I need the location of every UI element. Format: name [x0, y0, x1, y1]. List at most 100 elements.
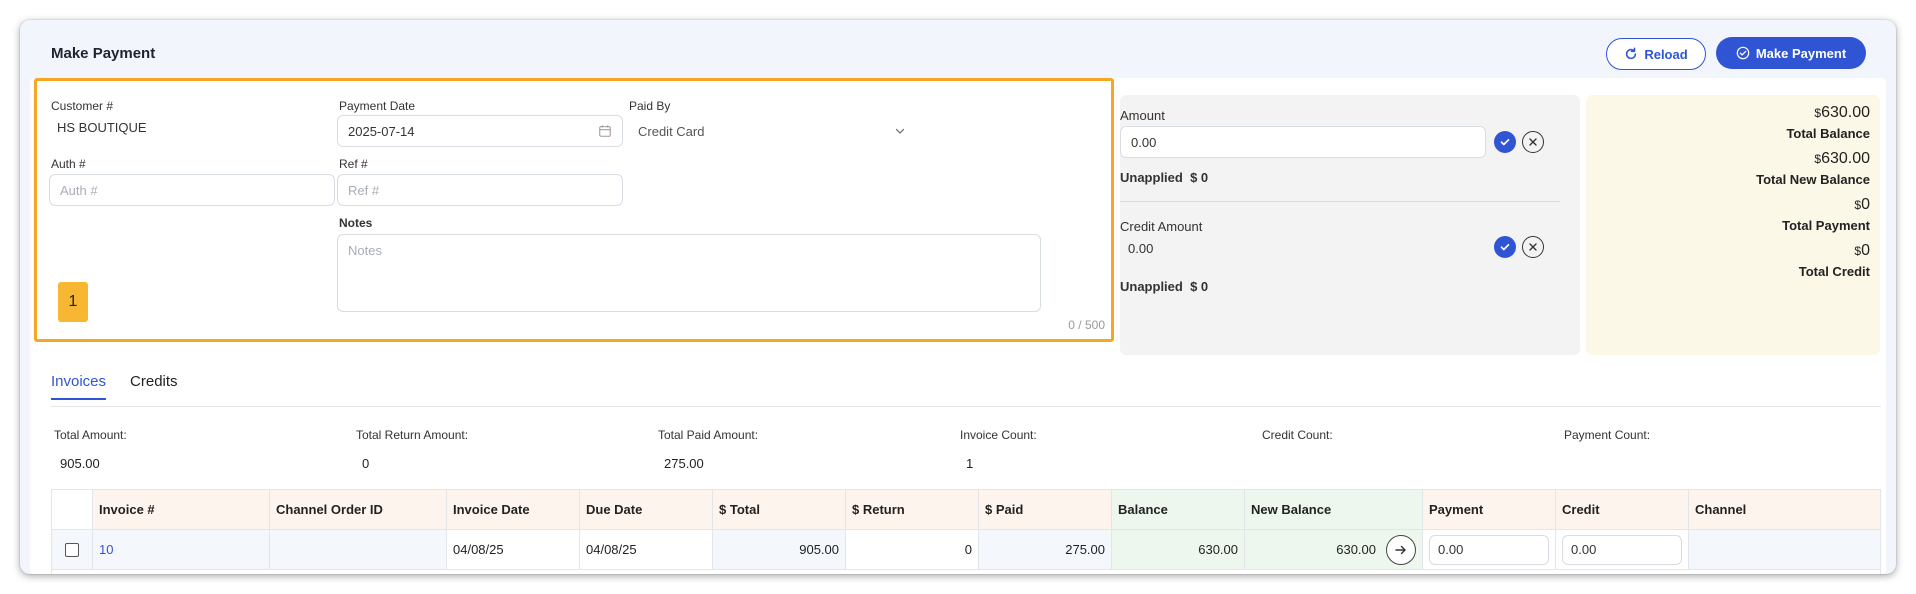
summary-panel: $630.00 Total Balance $630.00 Total New … — [1586, 95, 1880, 355]
stat-invoice-count: Invoice Count: 1 — [960, 428, 1037, 471]
row-select-cell — [52, 530, 93, 569]
stat-label: Credit Count: — [1262, 428, 1333, 442]
customer-label: Customer # — [51, 99, 114, 113]
header-balance[interactable]: Balance — [1112, 490, 1245, 529]
tab-divider — [51, 406, 1881, 407]
check-circle-icon — [1736, 46, 1750, 60]
stat-total-paid-amount: Total Paid Amount: 275.00 — [658, 428, 758, 471]
unapplied-label: Unapplied — [1120, 170, 1183, 185]
chevron-down-icon — [895, 128, 905, 134]
credit-input[interactable]: 0.00 — [1562, 534, 1682, 565]
payment-date-label: Payment Date — [339, 99, 416, 113]
page-title: Make Payment — [51, 45, 156, 62]
step-badge[interactable]: 1 — [58, 282, 88, 322]
credit-amount-value[interactable]: 0.00 — [1128, 241, 1153, 256]
unapplied-credit: Unapplied $ 0 — [1120, 279, 1208, 294]
confirm-credit-icon[interactable] — [1494, 236, 1516, 258]
new-balance-value: 630.00 — [1336, 542, 1376, 557]
amount-number: 630.00 — [1821, 104, 1870, 121]
cell-channel-order-id — [270, 530, 447, 569]
header-select — [52, 490, 93, 529]
amount-number: 0 — [1861, 196, 1870, 213]
stat-value: 905.00 — [60, 456, 100, 471]
stat-value: 1 — [966, 456, 974, 471]
cell-total: 905.00 — [713, 530, 846, 569]
header-credit[interactable]: Credit — [1556, 490, 1689, 529]
cell-due-date: 04/08/25 — [580, 530, 713, 569]
amount-number: 630.00 — [1821, 150, 1870, 167]
header-channel[interactable]: Channel — [1689, 490, 1880, 529]
tab-credits[interactable]: Credits — [130, 373, 178, 400]
invoice-table: Invoice # Channel Order ID Invoice Date … — [51, 489, 1881, 574]
total-credit-label: Total Credit — [1798, 264, 1870, 279]
reload-button[interactable]: Reload — [1606, 38, 1706, 70]
table-empty-space — [52, 570, 1880, 574]
tab-invoices[interactable]: Invoices — [51, 373, 107, 400]
cell-credit: 0.00 — [1556, 530, 1689, 569]
cell-paid: 275.00 — [979, 530, 1112, 569]
payment-input[interactable]: 0.00 — [1429, 534, 1549, 565]
stat-total-amount: Total Amount: 905.00 — [54, 428, 127, 471]
notes-char-count: 0 / 500 — [1068, 318, 1105, 332]
stat-label: Payment Count: — [1564, 428, 1651, 442]
header-payment[interactable]: Payment — [1423, 490, 1556, 529]
reload-icon — [1626, 47, 1637, 60]
cell-invoice-date: 04/08/25 — [447, 530, 580, 569]
arrow-right-icon — [1395, 545, 1406, 554]
stat-value: 0 — [362, 456, 370, 471]
total-new-balance-label: Total New Balance — [1756, 172, 1870, 187]
ref-label: Ref # — [339, 157, 368, 171]
credit-unapplied-label: Unapplied — [1120, 279, 1183, 294]
cell-payment: 0.00 — [1423, 530, 1556, 569]
cell-balance: 630.00 — [1112, 530, 1245, 569]
stat-payment-count: Payment Count: — [1564, 428, 1650, 456]
amount-panel: Amount 0.00 Unapplied $ 0 Credit Amount … — [1120, 95, 1580, 355]
payment-date-value: 2025-07-14 — [348, 123, 415, 139]
total-new-balance-value: $630.00 — [1814, 150, 1870, 168]
paid-by-value: Credit Card — [638, 123, 705, 139]
table-row: 10 04/08/25 04/08/25 905.00 0 275.00 630… — [52, 530, 1880, 570]
invoice-link[interactable]: 10 — [93, 530, 270, 569]
total-payment-value: $0 — [1854, 196, 1870, 214]
stat-value: 275.00 — [664, 456, 704, 471]
ref-input[interactable]: Ref # — [337, 174, 623, 206]
header-invoice[interactable]: Invoice # — [93, 490, 270, 529]
total-payment-label: Total Payment — [1782, 218, 1870, 233]
header-return[interactable]: $ Return — [846, 490, 979, 529]
header-invoice-date[interactable]: Invoice Date — [447, 490, 580, 529]
stat-label: Total Paid Amount: — [658, 428, 759, 442]
notes-textarea[interactable]: Notes — [337, 234, 1041, 312]
calendar-icon[interactable] — [598, 124, 612, 138]
header-new-balance[interactable]: New Balance — [1245, 490, 1423, 529]
total-balance-value: $630.00 — [1814, 104, 1870, 122]
make-payment-window: Make Payment Reload Make Payment Custome… — [20, 20, 1896, 574]
auth-label: Auth # — [51, 157, 86, 171]
header-due-date[interactable]: Due Date — [580, 490, 713, 529]
row-checkbox[interactable] — [65, 542, 79, 557]
amount-input[interactable]: 0.00 — [1120, 126, 1486, 158]
make-payment-button[interactable]: Make Payment — [1716, 37, 1866, 69]
cell-channel — [1689, 530, 1880, 569]
notes-label: Notes — [339, 216, 373, 230]
stat-label: Total Return Amount: — [356, 428, 469, 442]
header-paid[interactable]: $ Paid — [979, 490, 1112, 529]
amount-number: 0 — [1861, 242, 1870, 259]
cell-return: 0 — [846, 530, 979, 569]
paid-by-select[interactable]: Credit Card — [627, 115, 917, 147]
header-total[interactable]: $ Total — [713, 490, 846, 529]
clear-credit-icon[interactable] — [1522, 236, 1544, 258]
payment-date-input[interactable]: 2025-07-14 — [337, 115, 623, 147]
reload-label: Reload — [1644, 46, 1688, 62]
total-credit-value: $0 — [1854, 242, 1870, 260]
credit-unapplied-value: $ 0 — [1190, 279, 1209, 294]
make-payment-label: Make Payment — [1755, 45, 1847, 61]
total-balance-label: Total Balance — [1786, 126, 1870, 141]
amount-divider — [1120, 201, 1560, 202]
auth-input[interactable]: Auth # — [49, 174, 335, 206]
confirm-amount-icon[interactable] — [1494, 131, 1516, 153]
clear-amount-icon[interactable] — [1522, 131, 1544, 153]
apply-arrow-button[interactable] — [1386, 534, 1416, 565]
credit-amount-label: Credit Amount — [1120, 219, 1203, 234]
table-header: Invoice # Channel Order ID Invoice Date … — [52, 490, 1880, 530]
header-channel-order-id[interactable]: Channel Order ID — [270, 490, 447, 529]
